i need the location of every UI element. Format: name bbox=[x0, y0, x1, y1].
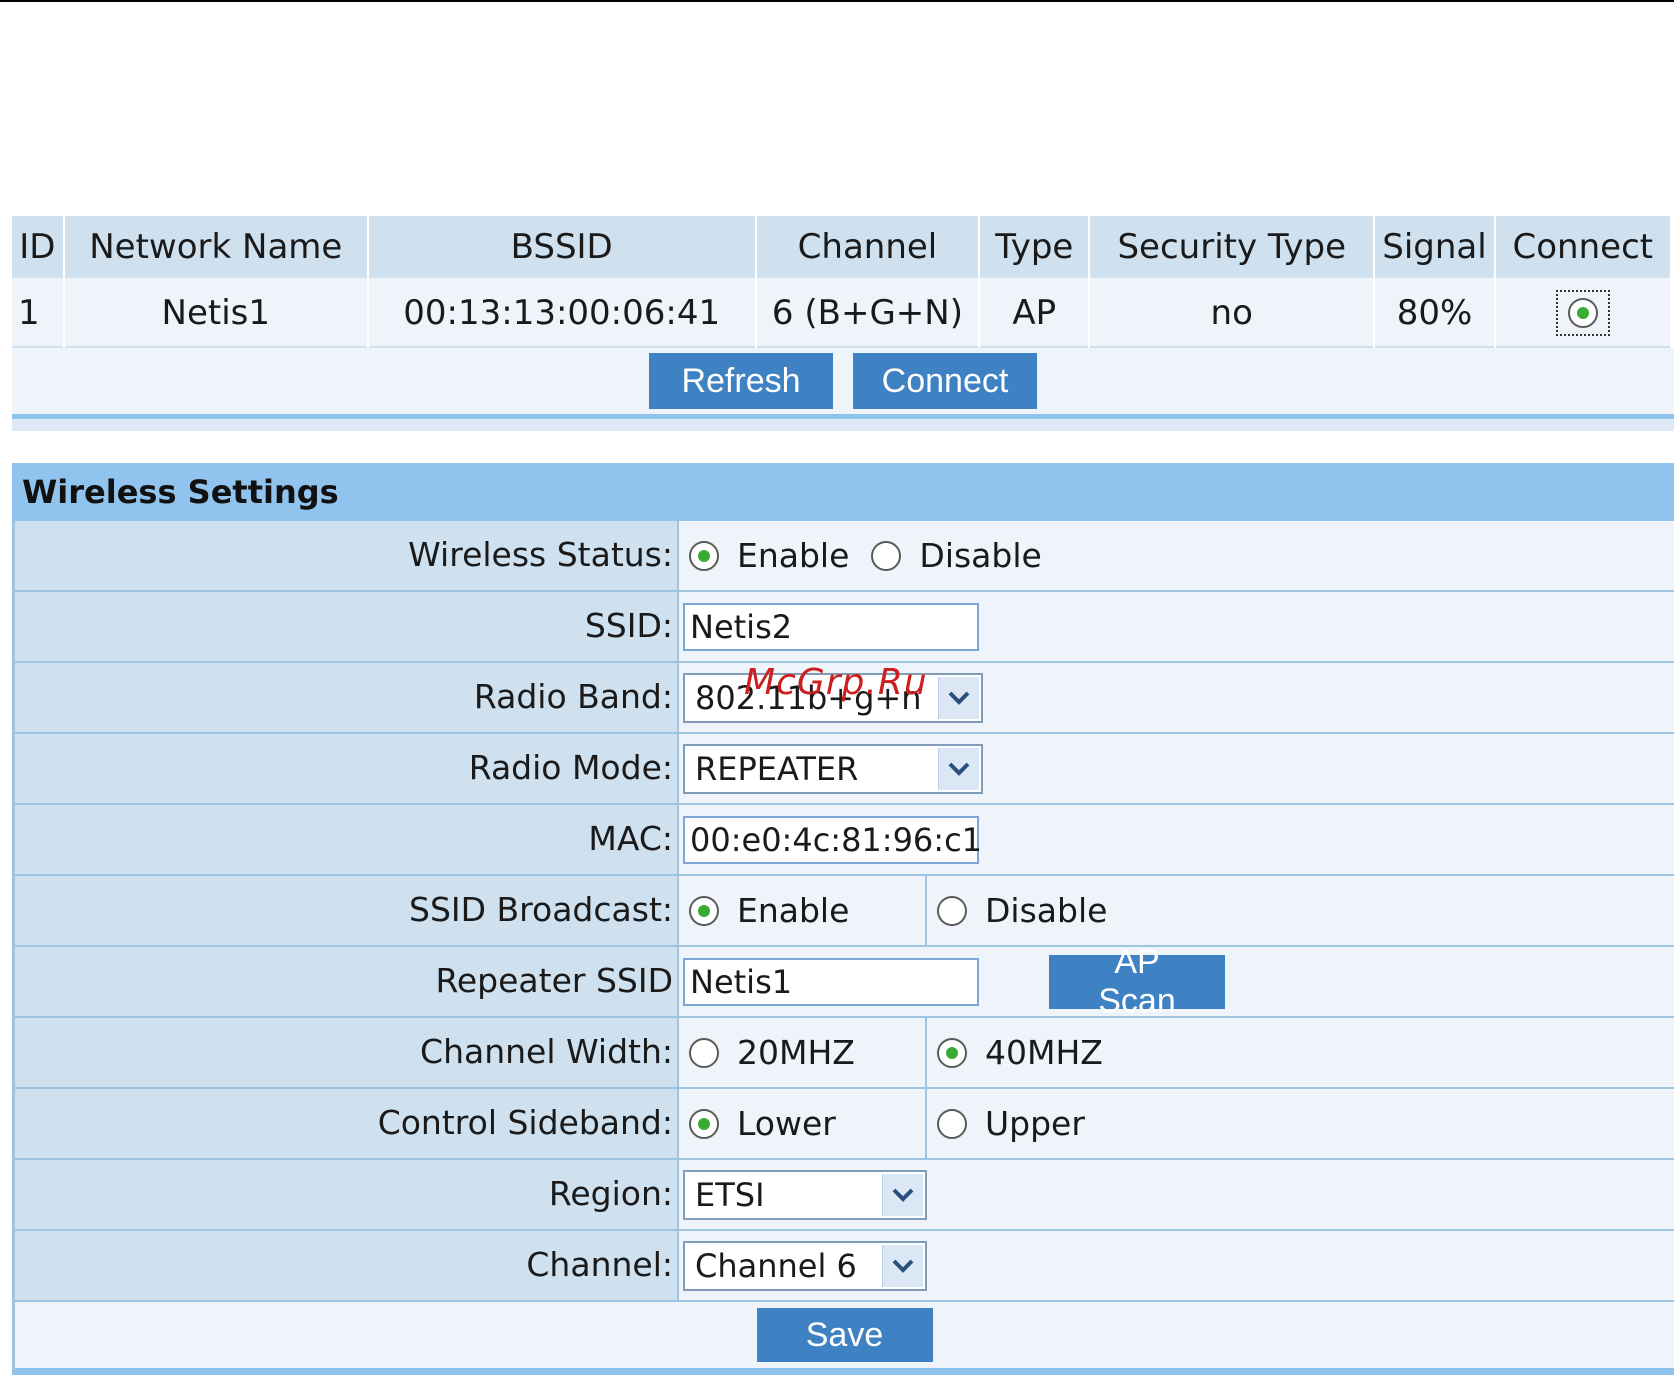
col-bssid: BSSID bbox=[368, 216, 755, 280]
scan-footer-band bbox=[12, 419, 1674, 431]
region-label: Region: bbox=[12, 1160, 679, 1229]
radio-mode-select[interactable]: REPEATER bbox=[683, 743, 983, 794]
wireless-enable-radio[interactable] bbox=[689, 540, 719, 571]
broadcast-enable-radio[interactable] bbox=[689, 895, 719, 926]
row-channel: 6 (B+G+N) bbox=[756, 280, 979, 348]
chevron-down-icon bbox=[882, 1244, 923, 1287]
ap-scan-button[interactable]: AP Scan bbox=[1049, 943, 1225, 1020]
radio-mode-label: Radio Mode: bbox=[12, 734, 679, 803]
scan-table: ID Network Name BSSID Channel Type Secur… bbox=[10, 216, 1672, 348]
chevron-down-icon bbox=[882, 1173, 923, 1216]
mac-label: MAC: bbox=[12, 805, 679, 874]
col-connect: Connect bbox=[1495, 216, 1670, 280]
row-wireless-status: Wireless Status: Enable Disable bbox=[12, 521, 1674, 592]
connect-button[interactable]: Connect bbox=[853, 353, 1037, 409]
region-value: ETSI bbox=[695, 1175, 765, 1214]
col-type: Type bbox=[980, 216, 1089, 280]
connect-radio-focus bbox=[1555, 290, 1610, 336]
row-ssid-broadcast: SSID Broadcast: Enable Disable bbox=[12, 876, 1674, 947]
table-row: 1 Netis1 00:13:13:00:06:41 6 (B+G+N) AP … bbox=[12, 280, 1670, 348]
broadcast-disable-radio[interactable] bbox=[937, 895, 967, 926]
ssid-broadcast-label: SSID Broadcast: bbox=[12, 876, 679, 945]
sideband-lower-radio[interactable] bbox=[689, 1108, 719, 1139]
wireless-disable-label: Disable bbox=[919, 536, 1042, 575]
save-row: Save bbox=[12, 1302, 1674, 1375]
connect-radio[interactable] bbox=[1567, 298, 1598, 328]
refresh-button[interactable]: Refresh bbox=[649, 353, 833, 409]
row-security: no bbox=[1090, 280, 1374, 348]
radio-band-label: Radio Band: bbox=[12, 663, 679, 732]
sideband-lower-label: Lower bbox=[737, 1104, 836, 1143]
watermark: McGrp.Ru bbox=[744, 662, 928, 703]
broadcast-disable-label: Disable bbox=[985, 891, 1108, 930]
col-channel: Channel bbox=[756, 216, 979, 280]
sideband-upper-label: Upper bbox=[985, 1104, 1085, 1143]
scan-actions: Refresh Connect bbox=[12, 348, 1674, 419]
repeater-ssid-input[interactable]: Netis1 bbox=[683, 957, 979, 1006]
col-signal: Signal bbox=[1375, 216, 1494, 280]
chevron-down-icon bbox=[938, 676, 979, 719]
col-security-type: Security Type bbox=[1090, 216, 1374, 280]
channel-width-label: Channel Width: bbox=[12, 1018, 679, 1087]
wireless-status-label: Wireless Status: bbox=[12, 521, 679, 590]
row-channel-width: Channel Width: 20MHZ 40MHZ bbox=[12, 1018, 1674, 1089]
mac-input[interactable]: 00:e0:4c:81:96:c1 bbox=[683, 815, 982, 864]
row-ssid: SSID: Netis2 bbox=[12, 592, 1674, 663]
section-title: Wireless Settings bbox=[12, 463, 1674, 521]
broadcast-enable-label: Enable bbox=[737, 891, 850, 930]
row-type: AP bbox=[980, 280, 1089, 348]
width-40mhz-radio[interactable] bbox=[937, 1037, 967, 1068]
col-network-name: Network Name bbox=[64, 216, 367, 280]
row-mac: MAC: 00:e0:4c:81:96:c1 bbox=[12, 805, 1674, 876]
row-region: Region: ETSI bbox=[12, 1160, 1674, 1231]
row-control-sideband: Control Sideband: Lower Upper bbox=[12, 1089, 1674, 1160]
wireless-settings-panel: Wireless Settings Wireless Status: Enabl… bbox=[12, 463, 1674, 1375]
wireless-disable-radio[interactable] bbox=[871, 540, 902, 571]
row-id: 1 bbox=[12, 280, 63, 348]
channel-label: Channel: bbox=[12, 1231, 679, 1300]
row-radio-mode: Radio Mode: REPEATER bbox=[12, 734, 1674, 805]
row-signal: 80% bbox=[1375, 280, 1494, 348]
row-repeater-ssid: Repeater SSID Netis1 AP Scan bbox=[12, 943, 1674, 1020]
top-rule bbox=[0, 0, 1674, 2]
channel-select[interactable]: Channel 6 bbox=[683, 1240, 927, 1291]
repeater-ssid-label: Repeater SSID bbox=[12, 947, 679, 1016]
scan-table-header: ID Network Name BSSID Channel Type Secur… bbox=[12, 216, 1670, 280]
ssid-input[interactable]: Netis2 bbox=[683, 602, 979, 651]
ap-scan-results: ID Network Name BSSID Channel Type Secur… bbox=[12, 216, 1674, 431]
channel-value: Channel 6 bbox=[695, 1246, 857, 1285]
row-bssid: 00:13:13:00:06:41 bbox=[368, 280, 755, 348]
ssid-label: SSID: bbox=[12, 592, 679, 661]
save-button[interactable]: Save bbox=[756, 1308, 933, 1362]
sideband-upper-radio[interactable] bbox=[937, 1108, 967, 1139]
wireless-enable-label: Enable bbox=[737, 536, 850, 575]
region-select[interactable]: ETSI bbox=[683, 1169, 927, 1220]
row-channel: Channel: Channel 6 bbox=[12, 1231, 1674, 1302]
row-network-name: Netis1 bbox=[64, 280, 367, 348]
width-40mhz-label: 40MHZ bbox=[985, 1033, 1103, 1072]
col-id: ID bbox=[12, 216, 63, 280]
chevron-down-icon bbox=[938, 747, 979, 790]
row-connect-cell bbox=[1495, 280, 1670, 348]
radio-mode-value: REPEATER bbox=[695, 749, 859, 788]
width-20mhz-label: 20MHZ bbox=[737, 1033, 855, 1072]
control-sideband-label: Control Sideband: bbox=[12, 1089, 679, 1158]
width-20mhz-radio[interactable] bbox=[689, 1037, 719, 1068]
